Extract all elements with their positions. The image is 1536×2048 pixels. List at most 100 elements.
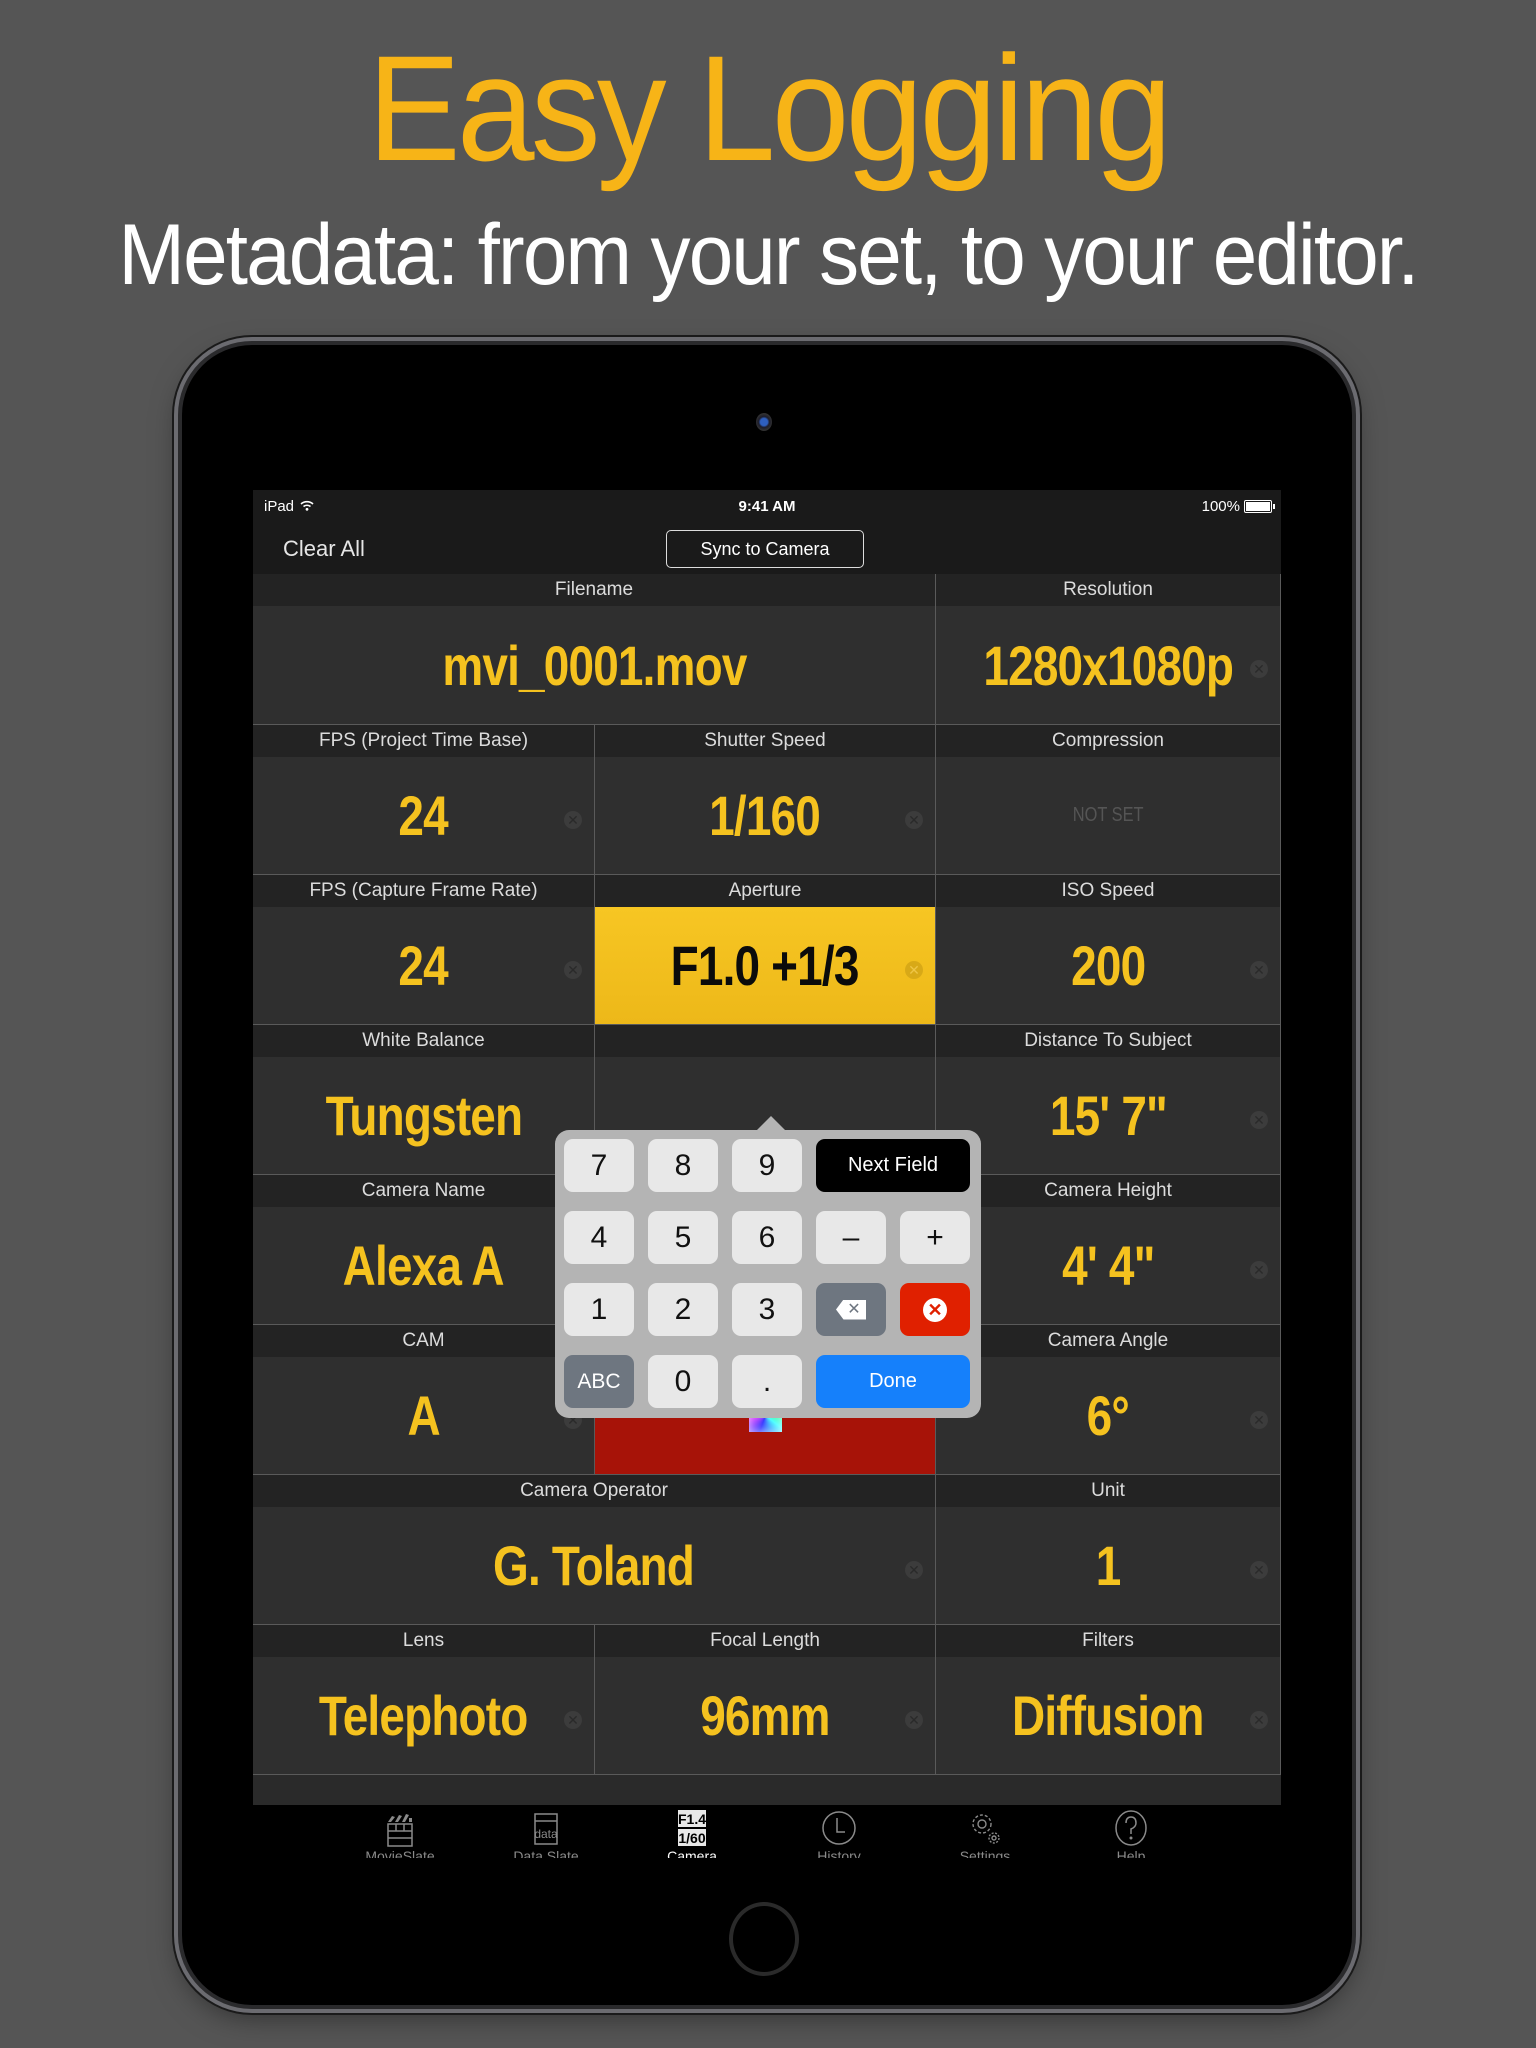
- field-value: Tungsten: [325, 1084, 522, 1147]
- done-button[interactable]: Done: [816, 1355, 970, 1408]
- clear-field-icon[interactable]: ✕: [1250, 1561, 1268, 1579]
- nav-bar: Clear All Sync to Camera: [253, 524, 1281, 574]
- field-label: Resolution: [936, 574, 1280, 606]
- key-3[interactable]: 3: [732, 1283, 802, 1336]
- field-compression[interactable]: Compression NOT SET: [936, 725, 1281, 875]
- marketing-headline: Easy Logging: [367, 24, 1172, 192]
- field-fps-capture[interactable]: FPS (Capture Frame Rate) 24 ✕: [253, 875, 595, 1025]
- clear-field-icon[interactable]: ✕: [564, 961, 582, 979]
- clear-field-icon[interactable]: ✕: [905, 811, 923, 829]
- front-camera-icon: [756, 413, 772, 431]
- clear-field-icon[interactable]: ✕: [564, 1711, 582, 1729]
- field-iso[interactable]: ISO Speed 200 ✕: [936, 875, 1281, 1025]
- minus-key[interactable]: –: [816, 1211, 886, 1264]
- field-camera-operator[interactable]: Camera Operator G. Toland ✕: [253, 1475, 936, 1625]
- status-time: 9:41 AM: [738, 498, 796, 515]
- tab-settings[interactable]: Settings: [925, 1807, 1045, 1858]
- tab-help[interactable]: Help: [1071, 1807, 1191, 1858]
- tab-camera[interactable]: F1.4 1/60 Camera: [632, 1807, 752, 1858]
- tab-label: Settings: [959, 1848, 1011, 1858]
- field-distance[interactable]: Distance To Subject 15' 7" ✕: [936, 1025, 1281, 1175]
- field-label: Filename: [253, 574, 935, 606]
- clear-field-icon[interactable]: ✕: [1250, 1411, 1268, 1429]
- field-filters[interactable]: Filters Diffusion ✕: [936, 1625, 1281, 1775]
- sync-to-camera-button[interactable]: Sync to Camera: [666, 530, 864, 568]
- field-label: CAM: [253, 1325, 594, 1357]
- key-9[interactable]: 9: [732, 1139, 802, 1192]
- clear-circle-icon: ✕: [923, 1297, 947, 1322]
- key-7[interactable]: 7: [564, 1139, 634, 1192]
- field-value-not-set: NOT SET: [1072, 804, 1144, 826]
- field-focal-length[interactable]: Focal Length 96mm ✕: [595, 1625, 936, 1775]
- key-4[interactable]: 4: [564, 1211, 634, 1264]
- key-6[interactable]: 6: [732, 1211, 802, 1264]
- clear-value-key[interactable]: ✕: [900, 1283, 970, 1336]
- camera-exposure-icon: F1.4 1/60: [632, 1807, 752, 1849]
- backspace-key[interactable]: ✕: [816, 1283, 886, 1336]
- field-value: 24: [398, 934, 449, 997]
- plus-key[interactable]: +: [900, 1211, 970, 1264]
- field-camera-name[interactable]: Camera Name Alexa A: [253, 1175, 595, 1325]
- field-label: Focal Length: [595, 1625, 935, 1657]
- field-label: Camera Name: [253, 1175, 594, 1207]
- app-screen: iPad 9:41 AM 100% Clear All Sync to Came…: [253, 490, 1281, 1858]
- svg-text:F1.4: F1.4: [678, 1811, 706, 1827]
- clear-field-icon[interactable]: ✕: [905, 1561, 923, 1579]
- decimal-key[interactable]: .: [732, 1355, 802, 1408]
- field-aperture[interactable]: Aperture F1.0 +1/3 ✕: [595, 875, 936, 1025]
- clear-field-icon[interactable]: ✕: [1250, 660, 1268, 678]
- status-bar: iPad 9:41 AM 100%: [253, 490, 1281, 524]
- field-value: 6°: [1086, 1384, 1130, 1447]
- clear-field-icon[interactable]: ✕: [1250, 961, 1268, 979]
- field-label: Camera Angle: [936, 1325, 1280, 1357]
- home-button[interactable]: [729, 1902, 799, 1976]
- tab-bar: MovieSlate data Data Slate F1.4 1/60 Came…: [253, 1795, 1281, 1858]
- abc-key[interactable]: ABC: [564, 1355, 634, 1408]
- key-2[interactable]: 2: [648, 1283, 718, 1336]
- field-label: Unit: [936, 1475, 1280, 1507]
- key-8[interactable]: 8: [648, 1139, 718, 1192]
- numeric-keypad-popover: 7 8 9 Next Field 4 5 6 – + 1 2 3 ✕ ✕ ABC…: [555, 1116, 981, 1418]
- clear-all-button[interactable]: Clear All: [283, 536, 365, 562]
- clear-field-icon[interactable]: ✕: [564, 811, 582, 829]
- field-resolution[interactable]: Resolution 1280x1080p ✕: [936, 574, 1281, 725]
- ipad-device-frame: iPad 9:41 AM 100% Clear All Sync to Came…: [182, 345, 1352, 2005]
- field-label: Distance To Subject: [936, 1025, 1280, 1057]
- tab-data-slate[interactable]: data Data Slate: [486, 1807, 606, 1858]
- field-cam[interactable]: CAM A ✕: [253, 1325, 595, 1475]
- field-value: G. Toland: [493, 1534, 696, 1597]
- field-label: ISO Speed: [936, 875, 1280, 907]
- field-fps-project[interactable]: FPS (Project Time Base) 24 ✕: [253, 725, 595, 875]
- key-1[interactable]: 1: [564, 1283, 634, 1336]
- field-value: 15' 7": [1049, 1084, 1167, 1147]
- svg-text:1/60: 1/60: [678, 1830, 705, 1846]
- field-value: 1/160: [709, 784, 822, 847]
- field-camera-angle[interactable]: Camera Angle 6° ✕: [936, 1325, 1281, 1475]
- clear-field-icon[interactable]: ✕: [1250, 1111, 1268, 1129]
- key-0[interactable]: 0: [648, 1355, 718, 1408]
- field-unit[interactable]: Unit 1 ✕: [936, 1475, 1281, 1625]
- next-field-button[interactable]: Next Field: [816, 1139, 970, 1192]
- tab-movieslate[interactable]: MovieSlate: [340, 1807, 460, 1858]
- field-camera-height[interactable]: Camera Height 4' 4" ✕: [936, 1175, 1281, 1325]
- field-lens[interactable]: Lens Telephoto ✕: [253, 1625, 595, 1775]
- svg-text:data: data: [534, 1827, 558, 1841]
- tab-history[interactable]: History: [779, 1807, 899, 1858]
- field-value: 200: [1070, 934, 1146, 997]
- field-label: Aperture: [595, 875, 935, 907]
- question-icon: [1071, 1807, 1191, 1849]
- clear-field-icon[interactable]: ✕: [1250, 1261, 1268, 1279]
- field-value: 1280x1080p: [983, 633, 1234, 697]
- tab-label: Help: [1116, 1848, 1146, 1858]
- field-value: Alexa A: [342, 1234, 505, 1297]
- field-label: FPS (Project Time Base): [253, 725, 594, 757]
- field-shutter-speed[interactable]: Shutter Speed 1/160 ✕: [595, 725, 936, 875]
- key-5[interactable]: 5: [648, 1211, 718, 1264]
- field-white-balance[interactable]: White Balance Tungsten: [253, 1025, 595, 1175]
- clear-field-icon[interactable]: ✕: [905, 1711, 923, 1729]
- field-filename[interactable]: Filename mvi_0001.mov: [253, 574, 936, 725]
- clear-field-icon[interactable]: ✕: [1250, 1711, 1268, 1729]
- battery-percent: 100%: [1201, 498, 1240, 515]
- gears-icon: [925, 1807, 1045, 1849]
- clear-field-icon[interactable]: ✕: [905, 961, 923, 979]
